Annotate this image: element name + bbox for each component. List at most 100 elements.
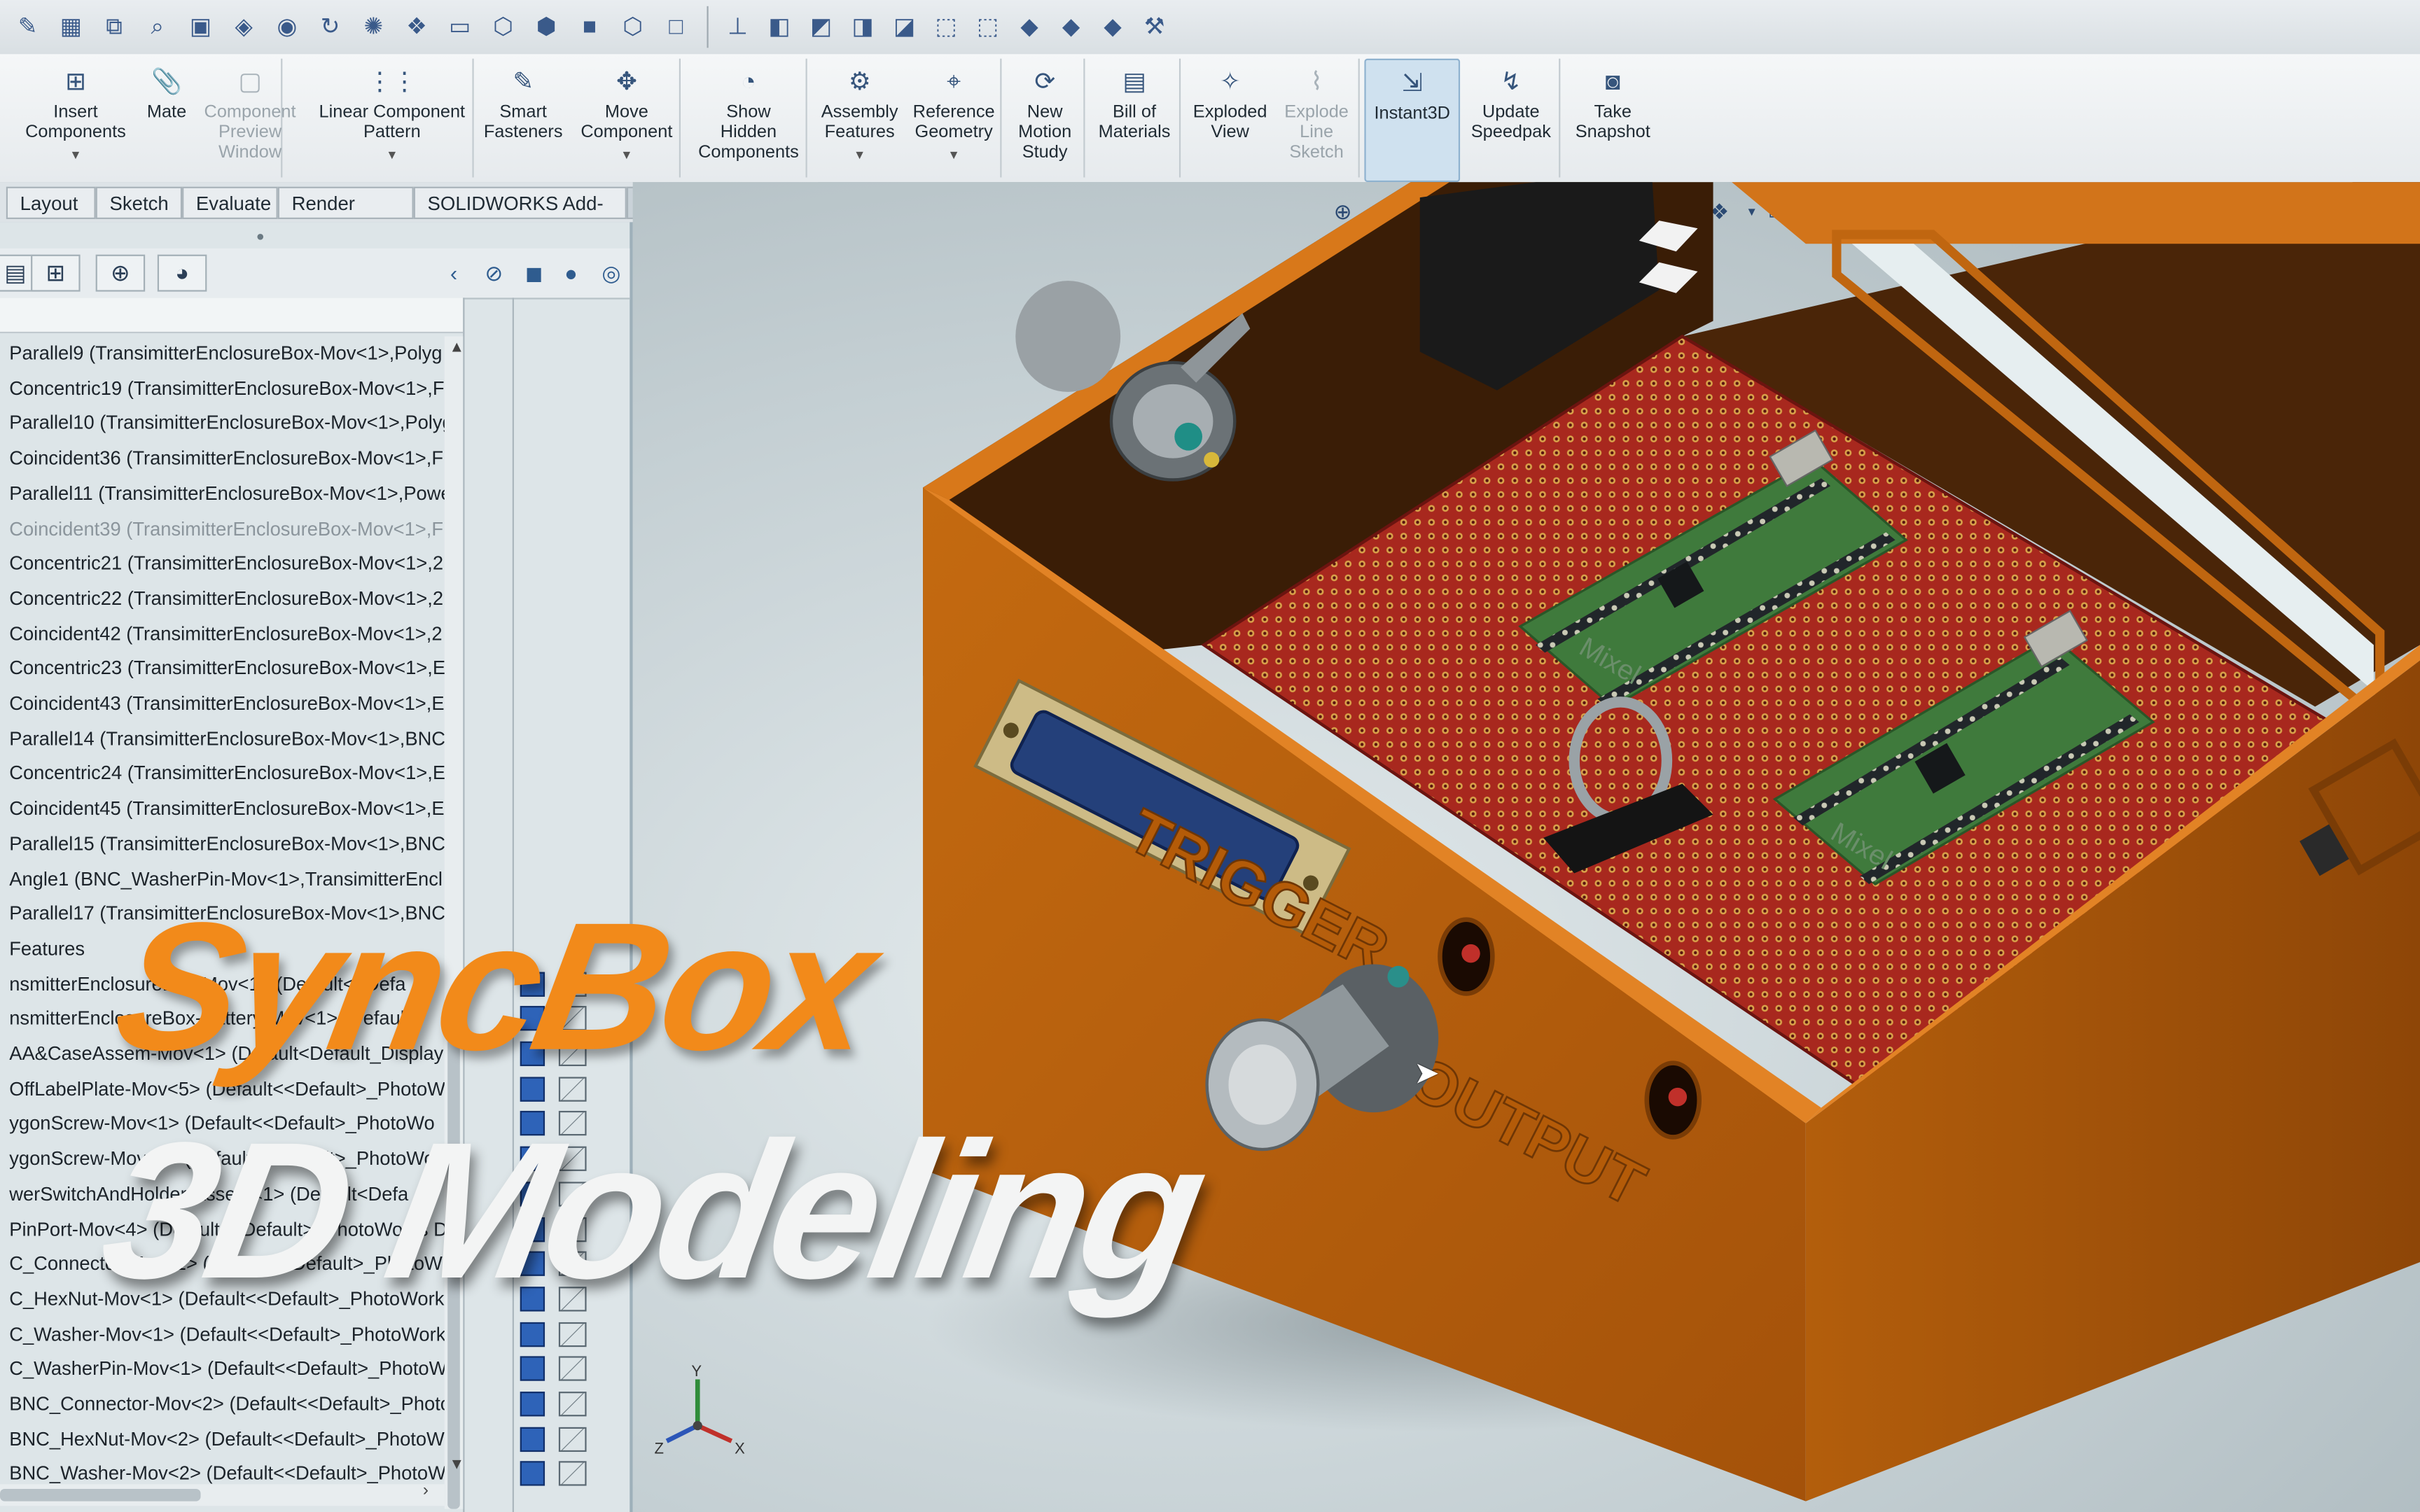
view-front-icon[interactable]: ◧ xyxy=(764,10,795,41)
ribbon-separator xyxy=(1358,58,1360,178)
component-item[interactable]: BNC_HexNut-Mov<2> (Default<<Default>_Pho… xyxy=(0,1422,447,1455)
command-manager: ⊞ Insert Components ▼ 📎 Mate ▢ Component Previ… xyxy=(0,54,2420,184)
configuration-tab-icon[interactable]: ⊕ xyxy=(95,254,146,292)
explode-line-sketch-button[interactable]: ⌇ Explode Line Sketch xyxy=(1278,59,1355,179)
ribbon-separator xyxy=(1000,58,1002,178)
appearance-cube-icon[interactable] xyxy=(520,1357,545,1382)
take-snapshot-button[interactable]: ◙ Take Snapshot xyxy=(1565,59,1661,179)
new-motion-study-button[interactable]: ⟳ New Motion Study xyxy=(1003,59,1087,179)
tab-sketch[interactable]: Sketch xyxy=(95,186,183,219)
pencil-icon[interactable]: ✎ xyxy=(13,10,43,41)
texture-icon[interactable] xyxy=(558,1462,587,1487)
cube-icon[interactable]: ◈ xyxy=(228,10,259,41)
smart-fasteners-button[interactable]: ✎ Smart Fasteners xyxy=(478,59,568,179)
component-item[interactable]: C_WasherPin-Mov<1> (Default<<Default>_Ph… xyxy=(0,1352,447,1385)
chevron-down-icon[interactable]: ▼ xyxy=(69,145,81,165)
update-speedpak-button[interactable]: ↯ Update Speedpak xyxy=(1463,59,1559,179)
ribbon-button-label: Move Component xyxy=(580,103,673,142)
collapse-chevron-icon[interactable]: ‹ xyxy=(438,259,469,287)
monitor-icon[interactable]: ▭ xyxy=(445,10,475,41)
reference-geometry-button[interactable]: ⌖ Reference Geometry ▼ xyxy=(908,59,1000,179)
view-quad-icon[interactable]: ◆ xyxy=(1097,10,1128,41)
color-wheel-icon[interactable]: ✺ xyxy=(358,10,389,41)
parts-icon[interactable]: ⧉ xyxy=(99,10,130,41)
chevron-down-icon[interactable]: ▼ xyxy=(386,145,398,165)
tab-solidworks-add-ins[interactable]: SOLIDWORKS Add-Ins xyxy=(413,186,627,247)
view-single-icon[interactable]: ◆ xyxy=(1056,10,1087,41)
scroll-right-icon[interactable]: › xyxy=(423,1481,429,1499)
mate-item[interactable]: Concentric21 (TransimitterEnclosureBox-M… xyxy=(0,547,447,580)
box-icon[interactable]: ▣ xyxy=(185,10,216,41)
chevron-down-icon[interactable]: ▼ xyxy=(854,145,865,165)
show-hidden-components-button[interactable]: ◔ Show Hidden Components xyxy=(688,59,809,179)
mate-item[interactable]: Concentric19 (TransimitterEnclosureBox-M… xyxy=(0,371,447,405)
appearance-cube-icon[interactable] xyxy=(520,1322,545,1347)
hide-show-icon[interactable]: ⊘ xyxy=(478,259,509,287)
move-component-button[interactable]: ✥ Move Component ▼ xyxy=(571,59,683,179)
zoom-icon[interactable]: ⌕ xyxy=(142,10,173,41)
chevron-down-icon[interactable]: ▼ xyxy=(620,145,632,165)
texture-icon[interactable] xyxy=(558,1322,587,1347)
mate-item[interactable]: Parallel15 (TransimitterEnclosureBox-Mov… xyxy=(0,827,447,860)
anchor-icon[interactable]: ⊥ xyxy=(723,10,753,41)
bill-of-materials-button[interactable]: ▤ Bill of Materials xyxy=(1090,59,1179,179)
assembly-features-button[interactable]: ⚙ Assembly Features ▼ xyxy=(815,59,905,179)
tab-render-tools[interactable]: Render Tools xyxy=(277,186,414,247)
mate-item[interactable]: Concentric23 (TransimitterEnclosureBox-M… xyxy=(0,652,447,685)
panel-grip-icon[interactable]: ● xyxy=(256,228,265,244)
component-item[interactable]: BNC_Connector-Mov<2> (Default<<Default>_… xyxy=(0,1387,447,1420)
mate-item[interactable]: Concentric22 (TransimitterEnclosureBox-M… xyxy=(0,582,447,615)
chevron-down-icon[interactable]: ▼ xyxy=(947,145,959,165)
hscroll-thumb[interactable] xyxy=(0,1488,201,1502)
tree-filter-bar[interactable] xyxy=(0,298,464,334)
property-manager-tab-icon[interactable]: ⊞ xyxy=(31,254,81,292)
mate-item[interactable]: Parallel9 (TransimitterEnclosureBox-Mov<… xyxy=(0,336,447,370)
mate-item[interactable]: Parallel14 (TransimitterEnclosureBox-Mov… xyxy=(0,722,447,755)
tab-layout[interactable]: Layout xyxy=(6,186,96,219)
insert-components-button[interactable]: ⊞ Insert Components ▼ xyxy=(15,59,136,179)
linear-component-pattern-button[interactable]: ⋮⋮ Linear Component Pattern ▼ xyxy=(309,59,475,179)
appearance-ball-icon[interactable]: ● xyxy=(555,259,586,287)
view-normal-icon[interactable]: ◆ xyxy=(1014,10,1045,41)
tab-evaluate[interactable]: Evaluate xyxy=(182,186,278,219)
mate-item[interactable]: Coincident36 (TransimitterEnclosureBox-M… xyxy=(0,442,447,475)
solid-cube-icon[interactable]: ■ xyxy=(574,10,605,41)
mate-button[interactable]: 📎 Mate xyxy=(139,59,194,179)
mate-item[interactable]: Coincident42 (TransimitterEnclosureBox-M… xyxy=(0,617,447,650)
exploded-view-button[interactable]: ✧ Exploded View xyxy=(1185,59,1275,179)
mate-item[interactable]: Parallel10 (TransimitterEnclosureBox-Mov… xyxy=(0,407,447,440)
scroll-down-icon[interactable]: ▼ xyxy=(449,1457,464,1474)
component-preview-window-button[interactable]: ▢ Component Preview Window xyxy=(197,59,302,179)
scene-icon[interactable]: ❖ xyxy=(401,10,432,41)
texture-icon[interactable] xyxy=(558,1392,587,1417)
scene-icon[interactable]: ◎ xyxy=(596,259,627,287)
instant3d-button[interactable]: ⇲ Instant3D xyxy=(1364,58,1461,183)
horizontal-scrollbar[interactable]: › xyxy=(0,1481,445,1506)
appearance-cube-icon[interactable] xyxy=(520,1392,545,1417)
grid-icon[interactable]: ▦ xyxy=(55,10,86,41)
view-trimetric-icon[interactable]: ⬚ xyxy=(973,10,1003,41)
texture-icon[interactable] xyxy=(558,1357,587,1382)
view-right-icon[interactable]: ◨ xyxy=(847,10,878,41)
wire-cube-icon[interactable]: ⬡ xyxy=(487,10,518,41)
mate-item[interactable]: Concentric24 (TransimitterEnclosureBox-M… xyxy=(0,757,447,790)
shaded-cube-icon[interactable]: ⬢ xyxy=(531,10,562,41)
mate-item[interactable]: Coincident39 (TransimitterEnclosureBox-M… xyxy=(0,512,447,545)
refresh-icon[interactable]: ↻ xyxy=(315,10,346,41)
scroll-up-icon[interactable]: ▲ xyxy=(449,340,464,356)
texture-icon[interactable] xyxy=(558,1427,587,1452)
view-iso-icon[interactable]: ◪ xyxy=(889,10,920,41)
outline-icon[interactable]: □ xyxy=(660,10,691,41)
mate-item[interactable]: Coincident45 (TransimitterEnclosureBox-M… xyxy=(0,792,447,825)
appearance-cube-icon[interactable] xyxy=(520,1462,545,1487)
eye-icon[interactable]: ◉ xyxy=(272,10,302,41)
appearance-cube-icon[interactable] xyxy=(520,1427,545,1452)
appearance-cube-icon[interactable]: ◼ xyxy=(519,259,550,287)
display-manager-tab-icon[interactable]: ◕ xyxy=(157,254,207,292)
mate-item[interactable]: Parallel11 (TransimitterEnclosureBox-Mov… xyxy=(0,477,447,510)
mate-item[interactable]: Coincident43 (TransimitterEnclosureBox-M… xyxy=(0,687,447,720)
hidden-line-icon[interactable]: ⬡ xyxy=(618,10,648,41)
wand-icon[interactable]: ⚒ xyxy=(1139,10,1170,41)
view-top-icon[interactable]: ◩ xyxy=(806,10,837,41)
view-dimetric-icon[interactable]: ⬚ xyxy=(931,10,961,41)
